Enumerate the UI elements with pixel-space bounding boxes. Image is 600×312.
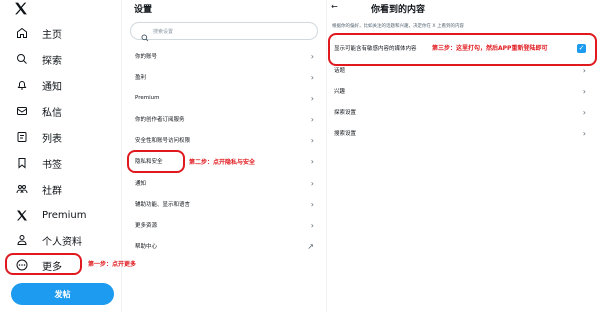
- page-description: 根据你的偏好，比如关注的话题和兴趣，决定你在 X 上看到的内容: [332, 24, 464, 29]
- settings-item-label: 辅助功能、显示和语言: [135, 202, 191, 208]
- nav-item-bookmarks[interactable]: 书签: [4, 152, 114, 174]
- nav-item-label: Premium: [42, 209, 87, 221]
- settings-item-account[interactable]: 你的账号 ›: [122, 46, 326, 66]
- chevron-right-icon: ›: [310, 93, 314, 103]
- list-icon: [14, 129, 30, 145]
- settings-item-premium[interactable]: Premium ›: [122, 88, 326, 108]
- content-item-label: 探索设置: [334, 110, 357, 116]
- settings-item-monetization[interactable]: 盈利 ›: [122, 67, 326, 87]
- chevron-right-icon: ›: [310, 220, 314, 230]
- nav-item-label: 书签: [42, 159, 62, 171]
- highlight-more: [5, 253, 82, 275]
- content-item-label: 话题: [334, 68, 346, 74]
- chevron-right-icon: ›: [310, 114, 314, 124]
- content-item-interests[interactable]: 兴趣 ›: [327, 81, 592, 101]
- search-placeholder: 搜索设置: [153, 28, 174, 35]
- settings-item-label: 更多资源: [135, 223, 158, 229]
- settings-item-label: 安全性和账号访问权限: [135, 138, 191, 144]
- chevron-right-icon: ›: [582, 107, 586, 117]
- external-link-icon: ↗: [307, 241, 314, 251]
- settings-search-input[interactable]: 搜索设置: [130, 22, 318, 42]
- settings-item-creator-subscriptions[interactable]: 你的创作者订阅服务 ›: [122, 109, 326, 129]
- chevron-right-icon: ›: [582, 65, 586, 75]
- nav-item-messages[interactable]: 私信: [4, 100, 114, 122]
- x-premium-icon: [14, 207, 30, 223]
- nav-item-premium[interactable]: Premium: [4, 204, 114, 226]
- x-logo-icon[interactable]: [14, 0, 30, 15]
- settings-item-label: Premium: [135, 95, 160, 101]
- chevron-right-icon: ›: [310, 156, 314, 166]
- annotation-step1: 第一步：点开更多: [88, 261, 137, 268]
- settings-item-label: 通知: [135, 181, 147, 187]
- chevron-right-icon: ›: [582, 86, 586, 96]
- search-icon: [141, 27, 149, 42]
- home-icon: [14, 25, 30, 41]
- nav-item-label: 社群: [42, 185, 62, 197]
- chevron-right-icon: ›: [310, 51, 314, 61]
- bookmark-icon: [14, 155, 30, 171]
- nav-item-label: 主页: [42, 29, 62, 41]
- nav-item-label: 私信: [42, 107, 62, 119]
- annotation-step2: 第二步：点开隐私与安全: [189, 159, 256, 166]
- annotation-step3: 第三步：这里打勾，然后APP重新登陆即可: [432, 45, 548, 52]
- person-icon: [14, 232, 30, 248]
- settings-item-security[interactable]: 安全性和账号访问权限 ›: [122, 130, 326, 150]
- bell-icon: [14, 77, 30, 93]
- chevron-right-icon: ›: [310, 199, 314, 209]
- chevron-right-icon: ›: [310, 135, 314, 145]
- nav-item-profile[interactable]: 个人资料: [4, 229, 114, 251]
- content-item-label: 搜索设置: [334, 131, 357, 137]
- nav-item-lists[interactable]: 列表: [4, 126, 114, 148]
- settings-item-label: 帮助中心: [135, 244, 158, 250]
- nav-item-communities[interactable]: 社群: [4, 178, 114, 200]
- nav-item-label: 探索: [42, 55, 62, 67]
- chevron-right-icon: ›: [310, 178, 314, 188]
- settings-item-label: 盈利: [135, 75, 147, 81]
- nav-item-explore[interactable]: 探索: [4, 48, 114, 70]
- settings-item-notifications[interactable]: 通知 ›: [122, 173, 326, 193]
- chevron-right-icon: ›: [582, 128, 586, 138]
- settings-item-label: 你的创作者订阅服务: [135, 117, 185, 123]
- settings-item-label: 你的账号: [135, 54, 158, 60]
- content-item-label: 兴趣: [334, 89, 346, 95]
- page-title: 你看到的内容: [371, 5, 426, 15]
- back-arrow-icon[interactable]: ←: [331, 2, 338, 11]
- nav-item-label: 列表: [42, 133, 62, 145]
- content-item-explore-settings[interactable]: 探索设置 ›: [327, 102, 592, 122]
- settings-item-resources[interactable]: 更多资源 ›: [122, 215, 326, 235]
- nav-item-notifications[interactable]: 通知: [4, 74, 114, 96]
- nav-item-home[interactable]: 主页: [4, 22, 114, 44]
- settings-item-accessibility[interactable]: 辅助功能、显示和语言 ›: [122, 194, 326, 214]
- community-icon: [14, 181, 30, 197]
- post-button[interactable]: 发帖: [11, 283, 114, 305]
- search-icon: [14, 51, 30, 67]
- mail-icon: [14, 103, 30, 119]
- content-item-search-settings[interactable]: 搜索设置 ›: [327, 123, 592, 143]
- nav-item-label: 通知: [42, 81, 62, 93]
- settings-title: 设置: [134, 5, 153, 15]
- highlight-privacy: [127, 150, 185, 173]
- chevron-right-icon: ›: [310, 72, 314, 82]
- nav-item-label: 个人资料: [42, 236, 82, 248]
- settings-item-help-center[interactable]: 帮助中心 ↗: [122, 236, 326, 256]
